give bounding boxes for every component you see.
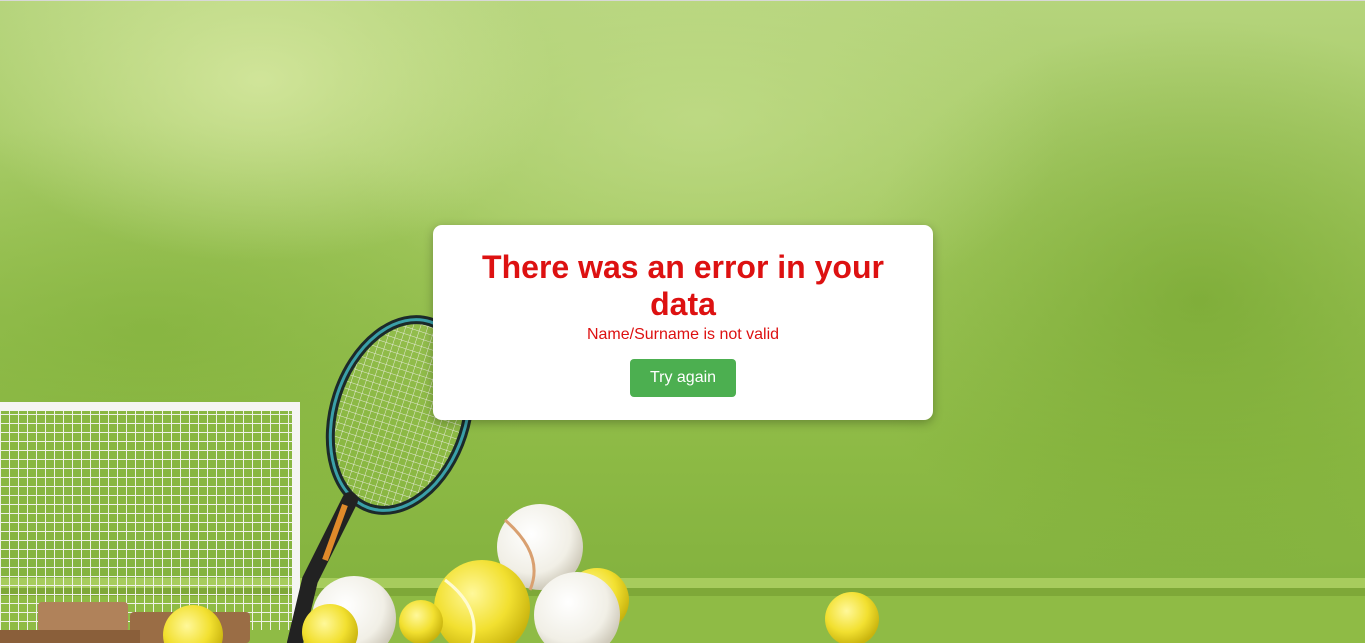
error-message: Name/Surname is not valid [586, 326, 780, 343]
try-again-button[interactable]: Try again [630, 359, 736, 397]
error-title: There was an error in your data [482, 249, 884, 322]
tennis-net [0, 402, 300, 630]
error-dialog: There was an error in your data Name/Sur… [433, 225, 933, 420]
error-page: There was an error in your data Name/Sur… [0, 0, 1365, 643]
